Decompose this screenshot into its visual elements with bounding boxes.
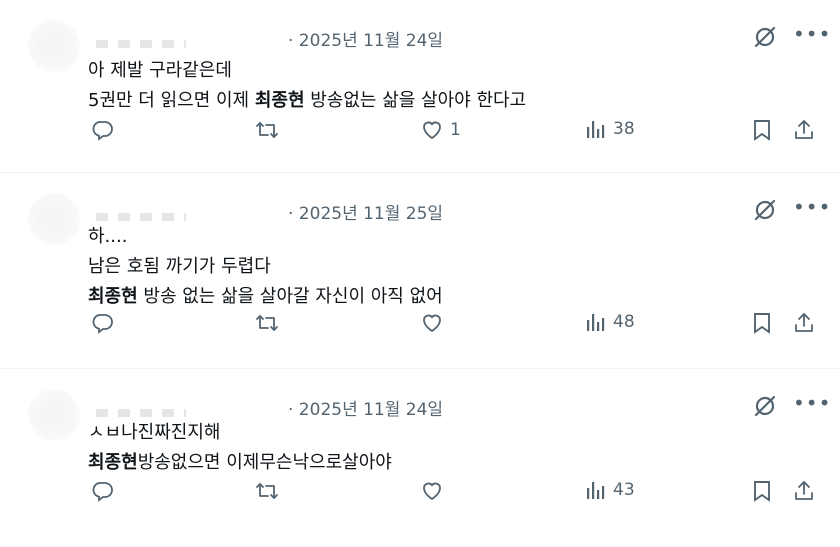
author-name-redacted — [96, 213, 186, 221]
share-button[interactable] — [792, 479, 816, 503]
bookmark-button[interactable] — [751, 479, 773, 503]
more-icon[interactable]: ••• — [793, 393, 831, 413]
reply-button[interactable] — [90, 479, 114, 503]
text-span: ㅅㅂ나진짜진지해 — [88, 422, 221, 443]
share-icon — [792, 479, 816, 503]
post-text: 아 제발 구라같은데 5권만 더 읽으면 이제 최종현 방송없는 삶을 살아야 한… — [88, 56, 526, 116]
share-button[interactable] — [792, 118, 816, 142]
repost-icon — [254, 118, 280, 142]
grok-icon[interactable] — [752, 24, 778, 50]
bookmark-button[interactable] — [751, 118, 773, 142]
views-button[interactable]: 38 — [585, 118, 635, 140]
view-count: 38 — [613, 119, 635, 139]
post-line: 최종현방송없으면 이제무슨낙으로살아야 — [88, 448, 392, 478]
action-bar: 1 38 — [0, 118, 840, 148]
author-name-redacted — [96, 40, 186, 48]
text-span: 방송 없는 삶을 살아갈 자신이 아직 없어 — [137, 286, 443, 307]
post-line: ㅅㅂ나진짜진지해 — [88, 418, 392, 448]
post-date[interactable]: · 2025년 11월 25일 — [288, 199, 443, 224]
post-date[interactable]: · 2025년 11월 24일 — [288, 395, 443, 420]
post-card[interactable]: · 2025년 11월 24일 ••• 아 제발 구라같은데 5권만 더 읽으면 이제… — [0, 0, 840, 172]
text-span: 5권만 더 읽으면 이제 — [88, 90, 255, 111]
text-span: 방송없으면 이제무슨낙으로살아야 — [137, 452, 392, 473]
post-line: 5권만 더 읽으면 이제 최종현 방송없는 삶을 살아야 한다고 — [88, 86, 526, 116]
grok-icon[interactable] — [752, 393, 778, 419]
bookmark-icon — [751, 479, 773, 503]
repost-icon — [254, 311, 280, 335]
bold-text: 최종현 — [88, 286, 138, 307]
like-button[interactable] — [420, 479, 450, 503]
views-icon — [585, 118, 607, 140]
bookmark-icon — [751, 311, 773, 335]
post-line: 아 제발 구라같은데 — [88, 56, 526, 86]
avatar[interactable] — [28, 20, 80, 72]
post-text: 하.... 남은 호됨 까기가 두렵다최종현 방송 없는 삶을 살아갈 자신이 아… — [88, 222, 443, 312]
more-icon[interactable]: ••• — [793, 197, 831, 217]
share-icon — [792, 311, 816, 335]
repost-icon — [254, 479, 280, 503]
repost-button[interactable] — [254, 118, 280, 142]
text-span: 남은 호됨 까기가 두렵다 — [88, 256, 271, 277]
post-date[interactable]: · 2025년 11월 24일 — [288, 26, 443, 51]
text-span: 방송없는 삶을 살아야 한다고 — [304, 90, 527, 111]
view-count: 43 — [613, 480, 635, 500]
reply-button[interactable] — [90, 311, 114, 335]
heart-icon — [420, 479, 444, 503]
repost-button[interactable] — [254, 479, 280, 503]
views-icon — [585, 479, 607, 501]
heart-icon — [420, 118, 444, 142]
post-line: 남은 호됨 까기가 두렵다 — [88, 252, 443, 282]
like-button[interactable] — [420, 311, 450, 335]
share-icon — [792, 118, 816, 142]
views-button[interactable]: 48 — [585, 311, 635, 333]
post-card[interactable]: · 2025년 11월 24일 ••• ㅅㅂ나진짜진지해최종현방송없으면 이제무슨낙… — [0, 369, 840, 547]
heart-icon — [420, 311, 444, 335]
text-span: 아 제발 구라같은데 — [88, 60, 232, 81]
post-line: 최종현 방송 없는 삶을 살아갈 자신이 아직 없어 — [88, 282, 443, 312]
views-icon — [585, 311, 607, 333]
text-span: 하.... — [88, 226, 128, 247]
avatar[interactable] — [28, 389, 80, 441]
post-line: 하.... — [88, 222, 443, 252]
reply-icon — [90, 479, 114, 503]
author-name-redacted — [96, 409, 186, 417]
reply-icon — [90, 311, 114, 335]
repost-button[interactable] — [254, 311, 280, 335]
avatar[interactable] — [28, 193, 80, 245]
reply-icon — [90, 118, 114, 142]
post-text: ㅅㅂ나진짜진지해최종현방송없으면 이제무슨낙으로살아야 — [88, 418, 392, 478]
more-icon[interactable]: ••• — [793, 24, 831, 44]
views-button[interactable]: 43 — [585, 479, 635, 501]
post-card[interactable]: · 2025년 11월 25일 ••• 하.... 남은 호됨 까기가 두렵다최종현 … — [0, 173, 840, 368]
action-bar: 43 — [0, 479, 840, 509]
reply-button[interactable] — [90, 118, 114, 142]
like-button[interactable]: 1 — [420, 118, 461, 142]
grok-icon[interactable] — [752, 197, 778, 223]
like-count: 1 — [450, 120, 461, 140]
view-count: 48 — [613, 312, 635, 332]
bookmark-icon — [751, 118, 773, 142]
action-bar: 48 — [0, 311, 840, 341]
share-button[interactable] — [792, 311, 816, 335]
bookmark-button[interactable] — [751, 311, 773, 335]
bold-text: 최종현 — [88, 452, 138, 473]
bold-text: 최종현 — [254, 90, 305, 111]
